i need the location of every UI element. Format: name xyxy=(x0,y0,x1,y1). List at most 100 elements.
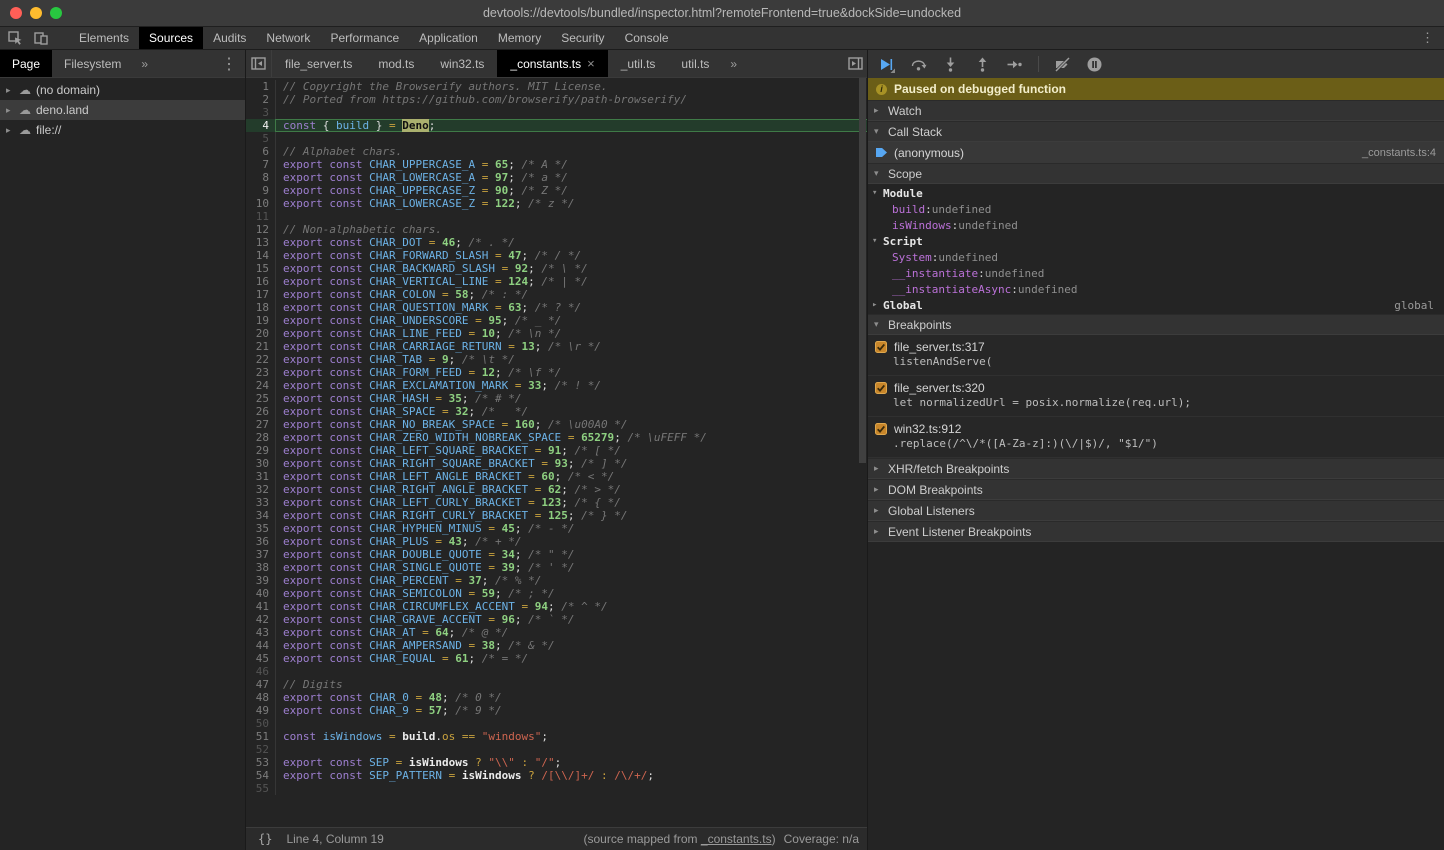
line-number[interactable]: 21 xyxy=(246,340,276,353)
file-tab-modts[interactable]: mod.ts xyxy=(365,50,427,77)
section-breakpoints[interactable]: ▾ Breakpoints xyxy=(868,314,1444,335)
line-number[interactable]: 15 xyxy=(246,262,276,275)
resume-icon[interactable] xyxy=(878,56,895,73)
breakpoint-location[interactable]: win32.ts:912 xyxy=(894,422,961,436)
zoom-window-button[interactable] xyxy=(50,7,62,19)
breakpoint-snippet[interactable]: let normalizedUrl = posix.normalize(req.… xyxy=(868,396,1444,412)
show-debugger-sidebar-icon[interactable] xyxy=(848,50,863,77)
line-number[interactable]: 1 xyxy=(246,80,276,93)
section-event-listener-breakpoints[interactable]: ▸Event Listener Breakpoints xyxy=(868,521,1444,542)
device-toolbar-icon[interactable] xyxy=(32,30,50,46)
more-file-tabs-chevron-icon[interactable]: » xyxy=(722,50,745,77)
line-number[interactable]: 37 xyxy=(246,548,276,561)
tab-application[interactable]: Application xyxy=(409,27,488,49)
line-number[interactable]: 32 xyxy=(246,483,276,496)
line-number[interactable]: 40 xyxy=(246,587,276,600)
section-watch[interactable]: ▸ Watch xyxy=(868,100,1444,121)
line-number[interactable]: 9 xyxy=(246,184,276,197)
line-number[interactable]: 51 xyxy=(246,730,276,743)
section-call-stack[interactable]: ▾ Call Stack xyxy=(868,121,1444,142)
line-number[interactable]: 4 xyxy=(246,119,276,132)
line-number[interactable]: 45 xyxy=(246,652,276,665)
breakpoint-location[interactable]: file_server.ts:320 xyxy=(894,381,985,395)
tab-audits[interactable]: Audits xyxy=(203,27,256,49)
pause-on-exceptions-icon[interactable] xyxy=(1086,56,1103,73)
tab-sources[interactable]: Sources xyxy=(139,27,203,49)
file-tab-_constantsts[interactable]: _constants.ts× xyxy=(497,50,607,77)
tab-elements[interactable]: Elements xyxy=(69,27,139,49)
tab-security[interactable]: Security xyxy=(551,27,614,49)
line-number[interactable]: 30 xyxy=(246,457,276,470)
line-number[interactable]: 17 xyxy=(246,288,276,301)
line-number[interactable]: 47 xyxy=(246,678,276,691)
line-number[interactable]: 8 xyxy=(246,171,276,184)
step-over-icon[interactable] xyxy=(910,56,927,73)
section-global-listeners[interactable]: ▸Global Listeners xyxy=(868,500,1444,521)
breakpoint-snippet[interactable]: listenAndServe( xyxy=(868,355,1444,371)
line-number[interactable]: 42 xyxy=(246,613,276,626)
line-number[interactable]: 13 xyxy=(246,236,276,249)
line-number[interactable]: 12 xyxy=(246,223,276,236)
line-number[interactable]: 11 xyxy=(246,210,276,223)
breakpoint-checkbox[interactable] xyxy=(875,423,887,435)
hide-navigator-icon[interactable] xyxy=(246,50,272,77)
line-number[interactable]: 36 xyxy=(246,535,276,548)
tree-item[interactable]: ▸☁(no domain) xyxy=(0,80,245,100)
main-menu-button[interactable]: ⋮ xyxy=(1417,27,1438,49)
scope-group-global[interactable]: ▸Globalglobal xyxy=(868,297,1444,313)
step-into-icon[interactable] xyxy=(942,56,959,73)
more-tabs-chevron-icon[interactable]: » xyxy=(133,50,156,77)
source-map-link[interactable]: _constants.ts xyxy=(701,832,772,846)
step-out-icon[interactable] xyxy=(974,56,991,73)
line-number[interactable]: 35 xyxy=(246,522,276,535)
line-number[interactable]: 48 xyxy=(246,691,276,704)
line-number[interactable]: 46 xyxy=(246,665,276,678)
section-dom-breakpoints[interactable]: ▸DOM Breakpoints xyxy=(868,479,1444,500)
step-icon[interactable] xyxy=(1006,56,1023,73)
frame-location[interactable]: _constants.ts:4 xyxy=(1362,147,1444,159)
call-stack-frame[interactable]: (anonymous)_constants.ts:4 xyxy=(868,142,1444,163)
line-number[interactable]: 39 xyxy=(246,574,276,587)
line-number[interactable]: 10 xyxy=(246,197,276,210)
line-number[interactable]: 44 xyxy=(246,639,276,652)
tree-item[interactable]: ▸☁file:// xyxy=(0,120,245,140)
file-tab-win32ts[interactable]: win32.ts xyxy=(427,50,497,77)
file-tab-file_serverts[interactable]: file_server.ts xyxy=(272,50,365,77)
line-number[interactable]: 16 xyxy=(246,275,276,288)
line-number[interactable]: 6 xyxy=(246,145,276,158)
pretty-print-button[interactable]: {} xyxy=(254,832,276,846)
breakpoint-checkbox[interactable] xyxy=(875,341,887,353)
file-tab-utilts[interactable]: util.ts xyxy=(668,50,722,77)
scope-group-script[interactable]: ▾Script xyxy=(868,233,1444,249)
line-number[interactable]: 19 xyxy=(246,314,276,327)
tab-network[interactable]: Network xyxy=(256,27,320,49)
line-number[interactable]: 43 xyxy=(246,626,276,639)
line-number[interactable]: 2 xyxy=(246,93,276,106)
breakpoint-checkbox[interactable] xyxy=(875,382,887,394)
close-window-button[interactable] xyxy=(10,7,22,19)
tree-item[interactable]: ▸☁deno.land xyxy=(0,100,245,120)
breakpoint-location[interactable]: file_server.ts:317 xyxy=(894,340,985,354)
line-number[interactable]: 33 xyxy=(246,496,276,509)
line-number[interactable]: 29 xyxy=(246,444,276,457)
section-scope[interactable]: ▾ Scope xyxy=(868,163,1444,184)
tab-memory[interactable]: Memory xyxy=(488,27,551,49)
inspect-element-icon[interactable] xyxy=(6,30,24,46)
navigator-tab-page[interactable]: Page xyxy=(0,50,52,77)
line-number[interactable]: 38 xyxy=(246,561,276,574)
close-tab-icon[interactable]: × xyxy=(587,57,595,70)
deactivate-breakpoints-icon[interactable] xyxy=(1054,56,1071,73)
line-number[interactable]: 53 xyxy=(246,756,276,769)
line-number[interactable]: 20 xyxy=(246,327,276,340)
section-xhr-fetch-breakpoints[interactable]: ▸XHR/fetch Breakpoints xyxy=(868,458,1444,479)
line-number[interactable]: 25 xyxy=(246,392,276,405)
tab-performance[interactable]: Performance xyxy=(320,27,409,49)
source-editor[interactable]: 1// Copyright the Browserify authors. MI… xyxy=(246,78,867,827)
editor-scrollbar[interactable] xyxy=(859,78,866,463)
line-number[interactable]: 49 xyxy=(246,704,276,717)
line-number[interactable]: 27 xyxy=(246,418,276,431)
line-number[interactable]: 50 xyxy=(246,717,276,730)
line-number[interactable]: 52 xyxy=(246,743,276,756)
line-number[interactable]: 26 xyxy=(246,405,276,418)
scope-group-module[interactable]: ▾Module xyxy=(868,185,1444,201)
